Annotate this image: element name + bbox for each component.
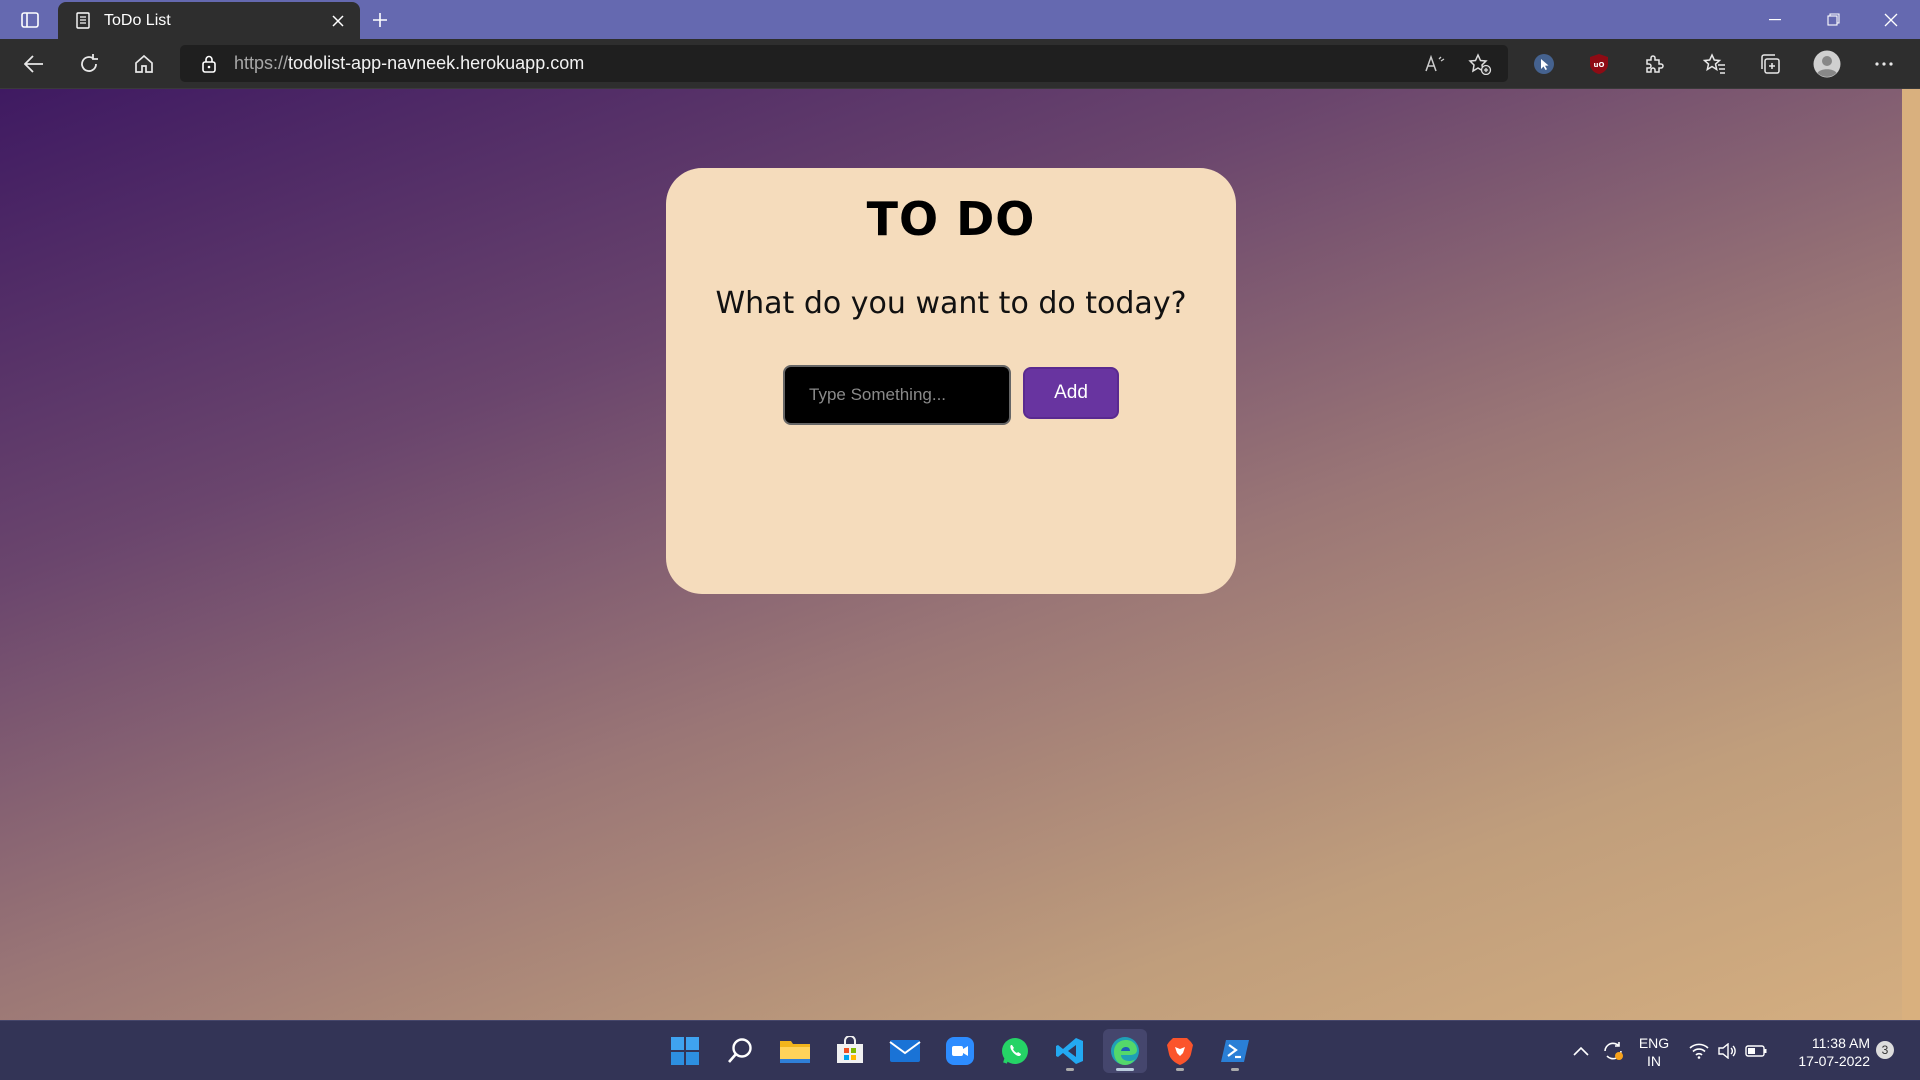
read-aloud-icon xyxy=(1425,55,1445,72)
extensions-icon xyxy=(1646,55,1664,73)
ublock-icon: uO xyxy=(1590,54,1608,74)
add-favorite-icon xyxy=(1468,53,1492,75)
plus-icon xyxy=(373,13,387,27)
page-scrollbar[interactable] xyxy=(1902,89,1920,1020)
tab-close-button[interactable] xyxy=(328,11,348,31)
edge-button[interactable] xyxy=(1103,1029,1147,1073)
tab-title: ToDo List xyxy=(104,11,171,29)
close-icon xyxy=(332,14,344,27)
window-close-button[interactable] xyxy=(1863,0,1919,39)
browser-toolbar: https://todolist-app-navneek.herokuapp.c… xyxy=(0,39,1920,89)
page-title: TO DO xyxy=(866,192,1036,246)
windows-taskbar: ENG IN 11:38 AM 17-07-2022 xyxy=(0,1020,1920,1080)
notification-badge[interactable]: 3 xyxy=(1876,1041,1894,1059)
lock-icon[interactable] xyxy=(198,53,220,75)
powershell-button[interactable] xyxy=(1213,1029,1257,1073)
back-button[interactable] xyxy=(17,48,51,80)
vscode-button[interactable] xyxy=(1048,1029,1092,1073)
store-icon xyxy=(837,1036,863,1063)
brave-button[interactable] xyxy=(1158,1029,1202,1073)
file-explorer-button[interactable] xyxy=(773,1029,817,1073)
extension-cursor-icon xyxy=(1534,54,1554,74)
battery-icon xyxy=(1745,1045,1767,1057)
volume-button[interactable] xyxy=(1714,1021,1740,1080)
wifi-button[interactable] xyxy=(1686,1021,1712,1080)
whatsapp-icon xyxy=(1002,1038,1028,1064)
region-code: IN xyxy=(1647,1053,1661,1069)
ublock-button[interactable]: uO xyxy=(1582,48,1616,80)
volume-icon xyxy=(1718,1043,1736,1059)
browser-tab-bar: ToDo List xyxy=(0,0,1920,39)
mail-button[interactable] xyxy=(883,1029,927,1073)
whatsapp-button[interactable] xyxy=(993,1029,1037,1073)
search-button[interactable] xyxy=(718,1029,762,1073)
add-button[interactable]: Add xyxy=(1023,367,1119,419)
vscode-icon xyxy=(1056,1038,1083,1064)
home-icon xyxy=(135,54,153,73)
tab-actions-button[interactable] xyxy=(10,7,50,33)
add-favorite-button[interactable] xyxy=(1463,48,1497,80)
restore-button[interactable] xyxy=(1805,0,1861,39)
more-icon xyxy=(1875,62,1893,66)
url-protocol: https:// xyxy=(234,53,289,73)
zoom-icon xyxy=(946,1037,974,1065)
wifi-icon xyxy=(1689,1043,1709,1059)
clock[interactable]: 11:38 AM 17-07-2022 xyxy=(1780,1034,1870,1070)
address-bar[interactable]: https://todolist-app-navneek.herokuapp.c… xyxy=(180,45,1508,82)
svg-text:uO: uO xyxy=(1594,61,1605,69)
new-tab-button[interactable] xyxy=(365,6,395,34)
show-hidden-icons-button[interactable] xyxy=(1568,1021,1594,1080)
language-code: ENG xyxy=(1638,1035,1670,1051)
zoom-button[interactable] xyxy=(938,1029,982,1073)
running-indicator xyxy=(1116,1068,1134,1071)
read-aloud-button[interactable] xyxy=(1418,48,1452,80)
running-indicator xyxy=(1066,1068,1074,1071)
running-indicator xyxy=(1176,1068,1184,1071)
chevron-up-icon xyxy=(1573,1046,1589,1056)
refresh-button[interactable] xyxy=(72,48,106,80)
profile-button[interactable] xyxy=(1810,48,1844,80)
sync-status-button[interactable] xyxy=(1598,1021,1628,1080)
prompt-text: What do you want to do today? xyxy=(715,286,1187,321)
language-indicator[interactable]: ENG IN xyxy=(1636,1034,1672,1070)
clock-date: 17-07-2022 xyxy=(1798,1053,1870,1069)
file-explorer-icon xyxy=(780,1041,810,1063)
extensions-button[interactable] xyxy=(1637,48,1671,80)
collections-button[interactable] xyxy=(1753,48,1787,80)
minimize-icon xyxy=(1769,18,1781,20)
window-close-icon xyxy=(1884,13,1898,26)
start-button[interactable] xyxy=(663,1029,707,1073)
browser-tab[interactable]: ToDo List xyxy=(58,2,360,39)
edge-icon xyxy=(1111,1037,1139,1065)
start-icon xyxy=(671,1037,699,1065)
favorites-icon xyxy=(1703,53,1725,74)
minimize-button[interactable] xyxy=(1747,0,1803,39)
favorites-button[interactable] xyxy=(1698,48,1732,80)
store-button[interactable] xyxy=(828,1029,872,1073)
powershell-icon xyxy=(1221,1040,1249,1062)
url-text: https://todolist-app-navneek.herokuapp.c… xyxy=(234,53,584,74)
tab-actions-icon xyxy=(21,12,39,28)
extension-cursor-button[interactable] xyxy=(1527,48,1561,80)
page-viewport: TO DO What do you want to do today? Add xyxy=(0,89,1902,1020)
task-input[interactable] xyxy=(783,365,1011,425)
home-button[interactable] xyxy=(127,48,161,80)
more-button[interactable] xyxy=(1867,48,1901,80)
back-icon xyxy=(24,55,43,73)
brave-icon xyxy=(1167,1038,1193,1065)
restore-icon xyxy=(1826,13,1840,26)
battery-button[interactable] xyxy=(1742,1021,1770,1080)
profile-icon xyxy=(1813,50,1841,78)
mail-icon xyxy=(889,1040,921,1062)
refresh-icon xyxy=(81,54,98,72)
collections-icon xyxy=(1761,54,1780,74)
sync-icon xyxy=(1604,1042,1623,1060)
url-host: todolist-app-navneek.herokuapp.com xyxy=(288,53,585,73)
search-icon xyxy=(728,1038,752,1063)
running-indicator xyxy=(1231,1068,1239,1071)
clock-time: 11:38 AM xyxy=(1811,1035,1870,1051)
page-favicon-icon xyxy=(74,12,92,30)
todo-card: TO DO What do you want to do today? Add xyxy=(666,168,1236,594)
